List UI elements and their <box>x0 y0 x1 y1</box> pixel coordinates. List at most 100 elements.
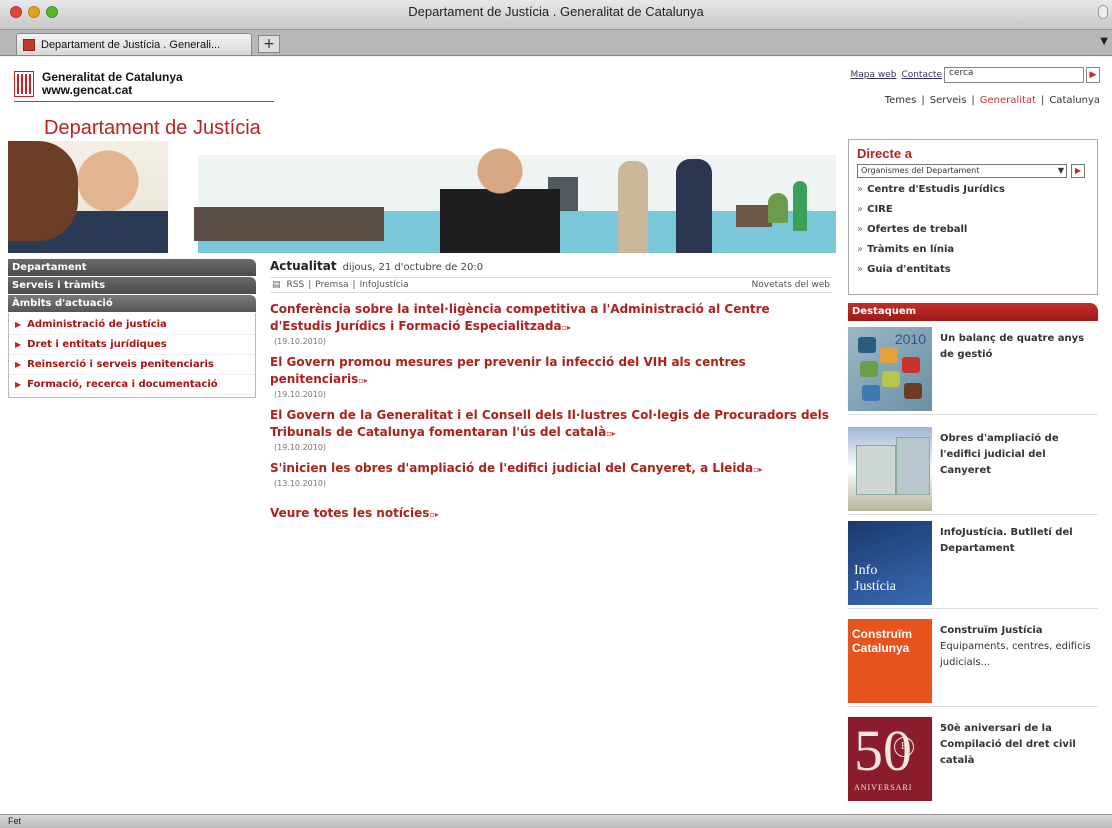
left-sidebar: Departament Serveis i tràmits Àmbits d'a… <box>8 259 256 398</box>
balanc-year: 2010 <box>894 331 926 347</box>
logo-line-2: www.gencat.cat <box>42 83 133 97</box>
nav-catalunya[interactable]: Catalunya <box>1049 95 1100 106</box>
directe-link[interactable]: » CIRE <box>857 204 1089 218</box>
sidebar-sublist: ▶ Administració de justícia ▶ Dret i entit… <box>8 313 256 398</box>
arrow-right-icon: ▶ <box>15 360 22 369</box>
news-item-title[interactable]: El Govern promou mesures per prevenir la… <box>270 354 832 389</box>
sidebar-subitem[interactable]: ▶ Formació, recerca i documentació <box>9 375 255 395</box>
news-item-title[interactable]: Conferència sobre la intel·ligència comp… <box>270 301 832 336</box>
aniversari-thumbnail[interactable]: 50 E ANIVERSARI <box>848 717 932 801</box>
header-banner-image <box>8 141 836 253</box>
toolbar-toggle-button[interactable] <box>1098 5 1108 19</box>
news-item-title[interactable]: S'inicien les obres d'ampliació de l'edi… <box>270 460 832 478</box>
nav-generalitat[interactable]: Generalitat <box>980 95 1036 106</box>
feature-text[interactable]: InfoJustícia. Butlletí del Departament <box>940 521 1098 608</box>
organismes-select[interactable]: Organismes del Departament ▼ <box>857 164 1067 178</box>
go-button-icon[interactable]: ▶ <box>1071 164 1085 178</box>
utility-links: Mapa web Contacte <box>850 70 942 80</box>
feature-text[interactable]: 50è aniversari de la Compilació del dret… <box>940 717 1098 805</box>
nav-serveis[interactable]: Serveis <box>930 95 967 106</box>
news-item: Conferència sobre la intel·ligència comp… <box>270 301 832 346</box>
directe-link[interactable]: » Guia d'entitats <box>857 264 1089 278</box>
arrow-right-icon: ▶ <box>15 380 22 389</box>
news-header: Actualitat dijous, 21 d'octubre de 20:0 <box>270 259 832 277</box>
contacte-link[interactable]: Contacte <box>901 70 942 80</box>
directe-link[interactable]: » Tràmits en línia <box>857 244 1089 258</box>
more-arrow-icon[interactable]: ▫▸ <box>562 323 571 332</box>
window-title: Departament de Justícia . Generalitat de… <box>408 4 704 19</box>
feature-text[interactable]: Un balanç de quatre anys de gestió <box>940 327 1098 414</box>
web-page: Generalitat de Catalunya www.gencat.cat … <box>0 57 1112 814</box>
news-section: Actualitat dijous, 21 d'octubre de 20:0 … <box>270 259 832 520</box>
see-all-news-link[interactable]: Veure totes les notícies▫▸ <box>270 506 832 520</box>
browser-tab[interactable]: Departament de Justícia . Generali... <box>16 33 252 55</box>
news-date: dijous, 21 d'octubre de 20:0 <box>342 262 484 273</box>
page-title[interactable]: Departament de Justícia <box>44 117 261 140</box>
news-item: El Govern promou mesures per prevenir la… <box>270 354 832 399</box>
feature-balanc[interactable]: 2010 Un balanç de quatre anys de gestió <box>848 327 1098 415</box>
arrow-right-icon: ▶ <box>15 320 22 329</box>
directe-link[interactable]: » Centre d'Estudis Jurídics <box>857 184 1089 198</box>
infojusticia-link[interactable]: InfoJustícia <box>360 280 409 290</box>
destaquem-header: Destaquem <box>848 303 1098 321</box>
premsa-link[interactable]: Premsa <box>315 280 348 290</box>
feature-construim[interactable]: Construïm Catalunya Construïm Justícia E… <box>848 619 1098 707</box>
double-chevron-icon: » <box>857 264 864 275</box>
construim-thumbnail[interactable]: Construïm Catalunya <box>848 619 932 703</box>
obres-thumbnail[interactable] <box>848 427 932 511</box>
feature-text[interactable]: Obres d'ampliació de l'edifici judicial … <box>940 427 1098 514</box>
tab-overflow-icon[interactable]: ▼ <box>1100 36 1108 47</box>
double-chevron-icon: » <box>857 184 864 195</box>
infojusticia-thumbnail[interactable]: Info Justícia <box>848 521 932 605</box>
senyera-logo-icon <box>14 71 34 97</box>
dropdown-arrow-icon: ▼ <box>1057 166 1064 175</box>
gencat-logo[interactable]: Generalitat de Catalunya www.gencat.cat <box>14 71 183 97</box>
double-chevron-icon: » <box>857 224 864 235</box>
sidebar-item-serveis[interactable]: Serveis i tràmits <box>8 277 256 295</box>
sidebar-subitem[interactable]: ▶ Administració de justícia <box>9 315 255 335</box>
news-item-date: (19.10.2010) <box>274 337 327 346</box>
directe-a-box: Directe a Organismes del Departament ▼ ▶ … <box>848 139 1098 295</box>
status-bar: Fet <box>0 814 1112 828</box>
news-item-date: (19.10.2010) <box>274 443 327 452</box>
double-chevron-icon: » <box>857 204 864 215</box>
top-navigation: Temes | Serveis | Generalitat | Cataluny… <box>884 95 1100 106</box>
sidebar-subitem[interactable]: ▶ Dret i entitats jurídiques <box>9 335 255 355</box>
sidebar-item-departament[interactable]: Departament <box>8 259 256 277</box>
directe-a-select-row: Organismes del Departament ▼ ▶ <box>857 164 1089 178</box>
arrow-right-icon: ▶ <box>15 340 22 349</box>
sidebar-subitem[interactable]: ▶ Reinserció i serveis penitenciaris <box>9 355 255 375</box>
tab-label: Departament de Justícia . Generali... <box>41 38 221 51</box>
rss-link[interactable]: RSS <box>287 280 305 290</box>
double-chevron-icon: » <box>857 244 864 255</box>
feature-obres[interactable]: Obres d'ampliació de l'edifici judicial … <box>848 427 1098 515</box>
news-item: S'inicien les obres d'ampliació de l'edi… <box>270 460 832 488</box>
news-item: El Govern de la Generalitat i el Consell… <box>270 407 832 452</box>
sidebar-item-ambits[interactable]: Àmbits d'actuació <box>8 295 256 313</box>
balanc-thumbnail[interactable]: 2010 <box>848 327 932 411</box>
news-item-date: (13.10.2010) <box>274 479 327 488</box>
feature-subtext[interactable]: Equipaments, centres, edificis judicials… <box>940 639 1098 671</box>
news-item-title[interactable]: El Govern de la Generalitat i el Consell… <box>270 407 832 442</box>
new-tab-button[interactable]: + <box>258 35 280 53</box>
directe-a-title: Directe a <box>857 146 912 161</box>
more-arrow-icon[interactable]: ▫▸ <box>358 376 367 385</box>
feature-text[interactable]: Construïm Justícia <box>940 623 1098 639</box>
directe-link[interactable]: » Ofertes de treball <box>857 224 1089 238</box>
novetats-link[interactable]: Novetats del web <box>752 280 830 290</box>
news-subnav: ▤ RSS | Premsa | InfoJustícia Novetats d… <box>270 277 832 293</box>
search-submit-icon[interactable]: ▶ <box>1086 67 1100 83</box>
tab-bar: Departament de Justícia . Generali... + … <box>0 30 1112 56</box>
more-arrow-icon[interactable]: ▫▸ <box>429 510 438 519</box>
search-input[interactable]: cerca <box>944 67 1084 83</box>
more-arrow-icon[interactable]: ▫▸ <box>606 429 615 438</box>
feature-infojusticia[interactable]: Info Justícia InfoJustícia. Butlletí del… <box>848 521 1098 609</box>
rss-icon[interactable]: ▤ <box>272 280 281 290</box>
news-title: Actualitat <box>270 259 337 273</box>
mapa-web-link[interactable]: Mapa web <box>850 70 896 80</box>
more-arrow-icon[interactable]: ▫▸ <box>753 465 762 474</box>
nav-temes[interactable]: Temes <box>885 95 917 106</box>
window-titlebar: Departament de Justícia . Generalitat de… <box>0 0 1112 30</box>
news-item-date: (19.10.2010) <box>274 390 327 399</box>
feature-50-aniversari[interactable]: 50 E ANIVERSARI 50è aniversari de la Com… <box>848 717 1098 805</box>
